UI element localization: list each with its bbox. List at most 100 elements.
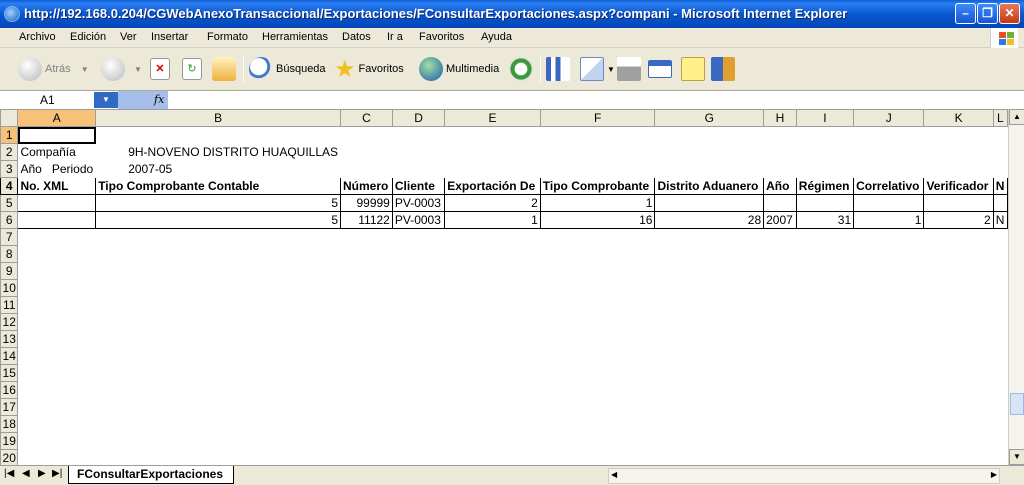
close-button[interactable]: ✕ xyxy=(999,3,1020,24)
history-button[interactable] xyxy=(509,55,536,83)
empty-row[interactable] xyxy=(18,450,1008,466)
cell[interactable] xyxy=(17,194,97,212)
cell[interactable] xyxy=(96,127,341,144)
row-header[interactable]: 1 xyxy=(0,126,19,144)
row-header[interactable]: 13 xyxy=(0,330,19,348)
mail-button[interactable]: ▼ xyxy=(580,55,615,83)
menu-archivo[interactable]: Archivo xyxy=(19,31,56,43)
cell[interactable]: 1 xyxy=(444,211,541,229)
cell[interactable] xyxy=(392,144,444,161)
scroll-right-icon[interactable]: ▶ xyxy=(991,470,997,479)
fx-icon[interactable]: fx xyxy=(118,91,168,109)
column-header[interactable]: A xyxy=(17,109,97,127)
menu-formato[interactable]: Formato xyxy=(207,31,248,43)
header-cell[interactable]: Año xyxy=(763,177,797,195)
row-header[interactable]: 16 xyxy=(0,381,19,399)
header-cell[interactable]: Régimen xyxy=(795,177,855,195)
cell[interactable] xyxy=(17,211,97,229)
cell[interactable] xyxy=(655,161,764,178)
header-cell[interactable]: No. XML xyxy=(17,177,97,195)
empty-row[interactable] xyxy=(18,382,1008,399)
menu-datos[interactable]: Datos xyxy=(342,31,371,43)
minimize-button[interactable]: – xyxy=(955,3,976,24)
cell[interactable] xyxy=(992,194,1008,212)
cell[interactable]: 2 xyxy=(923,211,994,229)
row-header[interactable]: 8 xyxy=(0,245,19,263)
home-button[interactable] xyxy=(212,55,239,83)
row-header[interactable]: 5 xyxy=(0,194,19,212)
row-header[interactable]: 9 xyxy=(0,262,19,280)
header-cell[interactable]: Número xyxy=(340,177,393,195)
vertical-scrollbar[interactable]: ▲ ▼ xyxy=(1008,109,1024,465)
sheet-tab[interactable]: FConsultarExportaciones xyxy=(68,466,235,484)
row-header[interactable]: 14 xyxy=(0,347,19,365)
cell[interactable]: 31 xyxy=(795,211,855,229)
empty-row[interactable] xyxy=(18,399,1008,416)
refresh-button[interactable]: ↻ xyxy=(182,55,205,83)
cell[interactable]: 11122 xyxy=(340,211,393,229)
cell[interactable] xyxy=(924,144,993,161)
header-cell[interactable]: Verificador xyxy=(923,177,994,195)
first-sheet-icon[interactable]: |◀ xyxy=(4,468,14,479)
cell[interactable]: 99999 xyxy=(340,194,393,212)
cell[interactable] xyxy=(655,127,764,144)
cell[interactable] xyxy=(854,144,924,161)
empty-row[interactable] xyxy=(18,365,1008,382)
period-value[interactable]: 2007-05 xyxy=(96,161,341,178)
scroll-down-icon[interactable]: ▼ xyxy=(1009,449,1024,465)
cell[interactable] xyxy=(540,127,655,144)
cell[interactable] xyxy=(764,161,797,178)
chevron-down-icon[interactable]: ▼ xyxy=(94,92,118,108)
cell[interactable] xyxy=(796,144,853,161)
print-button[interactable] xyxy=(617,55,644,83)
column-header[interactable]: E xyxy=(444,109,541,127)
cell[interactable] xyxy=(445,144,541,161)
cell[interactable] xyxy=(796,127,853,144)
cell[interactable]: PV-0003 xyxy=(391,194,446,212)
empty-row[interactable] xyxy=(18,229,1008,246)
company-label[interactable]: Compañía xyxy=(18,144,96,161)
scroll-thumb[interactable] xyxy=(1010,393,1024,415)
column-header[interactable]: F xyxy=(539,109,656,127)
cell[interactable]: 5 xyxy=(95,194,342,212)
active-cell[interactable] xyxy=(17,126,96,144)
row-header[interactable]: 11 xyxy=(0,296,19,314)
menu-edicion[interactable]: Edición xyxy=(70,31,106,43)
row-header[interactable]: 4 xyxy=(0,177,19,195)
column-header[interactable]: H xyxy=(763,109,797,127)
row-header[interactable]: 6 xyxy=(0,211,19,229)
cell[interactable] xyxy=(764,127,797,144)
restore-button[interactable]: ❐ xyxy=(977,3,998,24)
cell[interactable] xyxy=(655,144,764,161)
empty-row[interactable] xyxy=(18,348,1008,365)
last-sheet-icon[interactable]: ▶| xyxy=(52,468,62,479)
cell[interactable]: PV-0003 xyxy=(391,211,446,229)
select-all-corner[interactable] xyxy=(0,109,19,127)
cell[interactable]: 1 xyxy=(539,194,656,212)
year-period-cell[interactable]: Año Periodo xyxy=(18,161,96,178)
header-cell[interactable]: Correlativo xyxy=(853,177,925,195)
menu-herramientas[interactable]: Herramientas xyxy=(262,31,328,43)
cell[interactable] xyxy=(795,194,855,212)
row-header[interactable]: 17 xyxy=(0,398,19,416)
prev-sheet-icon[interactable]: ◀ xyxy=(22,468,30,479)
search-button[interactable]: Búsqueda xyxy=(249,55,326,83)
cell[interactable] xyxy=(392,161,444,178)
header-cell[interactable]: Tipo Comprobante xyxy=(539,177,656,195)
cell[interactable]: N xyxy=(992,211,1008,229)
column-header[interactable]: I xyxy=(795,109,855,127)
cell[interactable]: 1 xyxy=(853,211,925,229)
cell[interactable] xyxy=(924,161,993,178)
edit-button[interactable] xyxy=(648,55,675,83)
cell[interactable] xyxy=(763,194,797,212)
cell[interactable] xyxy=(993,161,1007,178)
cell[interactable]: 2007 xyxy=(763,211,797,229)
row-header[interactable]: 10 xyxy=(0,279,19,297)
row-header[interactable]: 19 xyxy=(0,432,19,450)
cell[interactable] xyxy=(853,194,925,212)
cell[interactable] xyxy=(854,161,924,178)
cell[interactable] xyxy=(993,144,1007,161)
column-header[interactable]: B xyxy=(95,109,342,127)
messenger-button[interactable] xyxy=(711,55,738,83)
forward-button[interactable]: ▼ xyxy=(101,55,142,83)
